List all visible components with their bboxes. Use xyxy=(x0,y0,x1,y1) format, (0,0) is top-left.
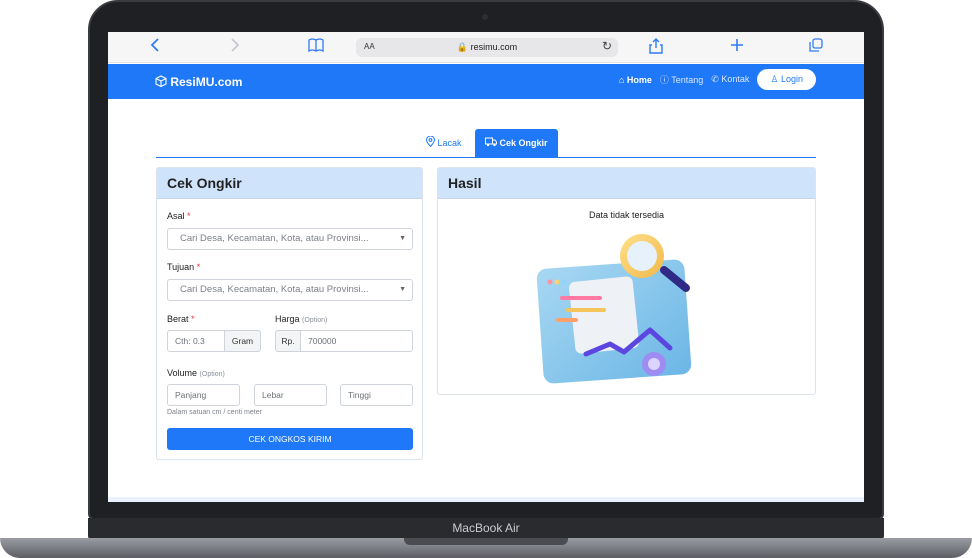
brand-logo[interactable]: ResiMU.com xyxy=(155,75,242,89)
webcam xyxy=(482,14,488,20)
laptop-hinge: MacBook Air xyxy=(88,518,884,540)
url-text: 🔒 resimu.com xyxy=(356,42,618,53)
login-label: Login xyxy=(780,74,803,84)
lebar-placeholder: Lebar xyxy=(262,390,284,400)
brand-name: ResiMU.com xyxy=(170,75,243,89)
address-bar[interactable]: AA 🔒 resimu.com ↻ xyxy=(356,38,618,57)
laptop-notch xyxy=(404,538,568,545)
no-data-illustration xyxy=(536,234,692,384)
tab-cek-ongkir-label: Cek Ongkir xyxy=(499,138,548,148)
truck-icon xyxy=(485,137,500,148)
empty-message: Data tidak tersedia xyxy=(588,210,665,220)
lebar-input[interactable]: Lebar xyxy=(254,384,327,406)
harga-label-text: Harga xyxy=(275,314,300,324)
nav-tentang-label: Tentang xyxy=(671,75,704,85)
panjang-placeholder: Panjang xyxy=(175,390,207,400)
device-label: MacBook Air xyxy=(452,521,520,535)
nav-home[interactable]: ⌂ Home xyxy=(619,75,652,85)
volume-option-text: (Option) xyxy=(199,371,225,378)
berat-label: Berat * xyxy=(167,314,195,324)
nav-kontak-label: Kontak xyxy=(721,74,750,84)
cek-ongkos-kirim-button[interactable]: CEK ONGKOS KIRIM xyxy=(167,428,413,450)
chevron-down-icon: ▼ xyxy=(399,235,406,242)
hasil-card: Hasil Data tidak tersedia xyxy=(437,167,816,395)
tab-lacak-label: Lacak xyxy=(437,138,462,148)
browser-toolbar: AA 🔒 resimu.com ↻ xyxy=(108,32,864,63)
bookmarks-icon[interactable] xyxy=(308,38,324,57)
lock-icon: 🔒 xyxy=(456,42,469,52)
forward-icon[interactable] xyxy=(230,38,240,57)
tujuan-select[interactable]: Cari Desa, Kecamatan, Kota, atau Provins… xyxy=(167,279,413,301)
nav-tentang[interactable]: ⓘ Tentang xyxy=(660,73,703,86)
tab-cek-ongkir[interactable]: Cek Ongkir xyxy=(475,129,558,157)
new-tab-icon[interactable] xyxy=(730,38,744,57)
volume-help: Dalam satuan cm / centi meter xyxy=(167,409,262,416)
asal-placeholder: Cari Desa, Kecamatan, Kota, atau Provins… xyxy=(180,233,369,244)
nav-kontak[interactable]: ✆ Kontak xyxy=(711,74,749,85)
panjang-input[interactable]: Panjang xyxy=(167,384,240,406)
card-title: Cek Ongkir xyxy=(157,168,422,199)
tujuan-placeholder: Cari Desa, Kecamatan, Kota, atau Provins… xyxy=(180,284,369,295)
login-button[interactable]: ♙ Login xyxy=(757,69,816,90)
berat-unit: Gram xyxy=(224,330,261,352)
asal-select[interactable]: Cari Desa, Kecamatan, Kota, atau Provins… xyxy=(167,228,413,250)
reload-icon[interactable]: ↻ xyxy=(602,39,612,53)
tujuan-label-text: Tujuan xyxy=(167,262,195,272)
harga-label: Harga (Option) xyxy=(275,314,327,324)
berat-label-text: Berat xyxy=(167,314,189,324)
required-mark: * xyxy=(187,211,191,221)
nav-links: ⌂ Home ⓘ Tentang ✆ Kontak ♙ Login xyxy=(619,69,816,90)
harga-prefix: Rp. xyxy=(275,330,301,352)
location-pin-icon xyxy=(425,135,438,148)
berat-placeholder: Cth: 0.3 xyxy=(175,336,205,346)
tinggi-input[interactable]: Tinggi xyxy=(340,384,413,406)
volume-label: Volume (Option) xyxy=(167,368,225,378)
footer-strip xyxy=(108,497,864,502)
required-mark: * xyxy=(191,314,195,324)
site-navbar: ResiMU.com ⌂ Home ⓘ Tentang ✆ Kontak ♙ L… xyxy=(108,64,864,99)
asal-label-text: Asal xyxy=(167,211,185,221)
info-icon: ⓘ xyxy=(659,75,669,85)
laptop-mockup: AA 🔒 resimu.com ↻ ResiMU.com ⌂ Home ⓘ Te… xyxy=(0,0,972,558)
cek-ongkir-card: Cek Ongkir Asal * Cari Desa, Kecamatan, … xyxy=(156,167,423,460)
berat-input[interactable]: Cth: 0.3 xyxy=(167,330,225,352)
volume-label-text: Volume xyxy=(167,368,198,378)
harga-input[interactable]: 700000 xyxy=(300,330,413,352)
phone-icon: ✆ xyxy=(711,74,719,84)
tabs-overview-icon[interactable] xyxy=(809,38,823,57)
back-icon[interactable] xyxy=(150,38,160,57)
harga-option-text: (Option) xyxy=(302,317,328,324)
box-icon xyxy=(155,75,170,89)
tujuan-label: Tujuan * xyxy=(167,262,200,272)
tinggi-placeholder: Tinggi xyxy=(348,390,371,400)
screen: AA 🔒 resimu.com ↻ ResiMU.com ⌂ Home ⓘ Te… xyxy=(108,32,864,502)
tab-lacak[interactable]: Lacak xyxy=(416,129,472,157)
home-icon: ⌂ xyxy=(618,74,625,85)
nav-home-label: Home xyxy=(626,74,652,85)
harga-placeholder: 700000 xyxy=(308,336,337,346)
tab-bar: Lacak Cek Ongkir xyxy=(156,128,816,158)
required-mark: * xyxy=(196,262,201,272)
url-value: resimu.com xyxy=(470,42,518,52)
laptop-base: MacBook Air xyxy=(0,518,972,558)
share-icon[interactable] xyxy=(649,38,663,59)
asal-label: Asal * xyxy=(167,211,191,221)
hasil-title: Hasil xyxy=(438,168,815,199)
user-icon: ♙ xyxy=(770,74,779,84)
chevron-down-icon: ▼ xyxy=(399,286,406,293)
